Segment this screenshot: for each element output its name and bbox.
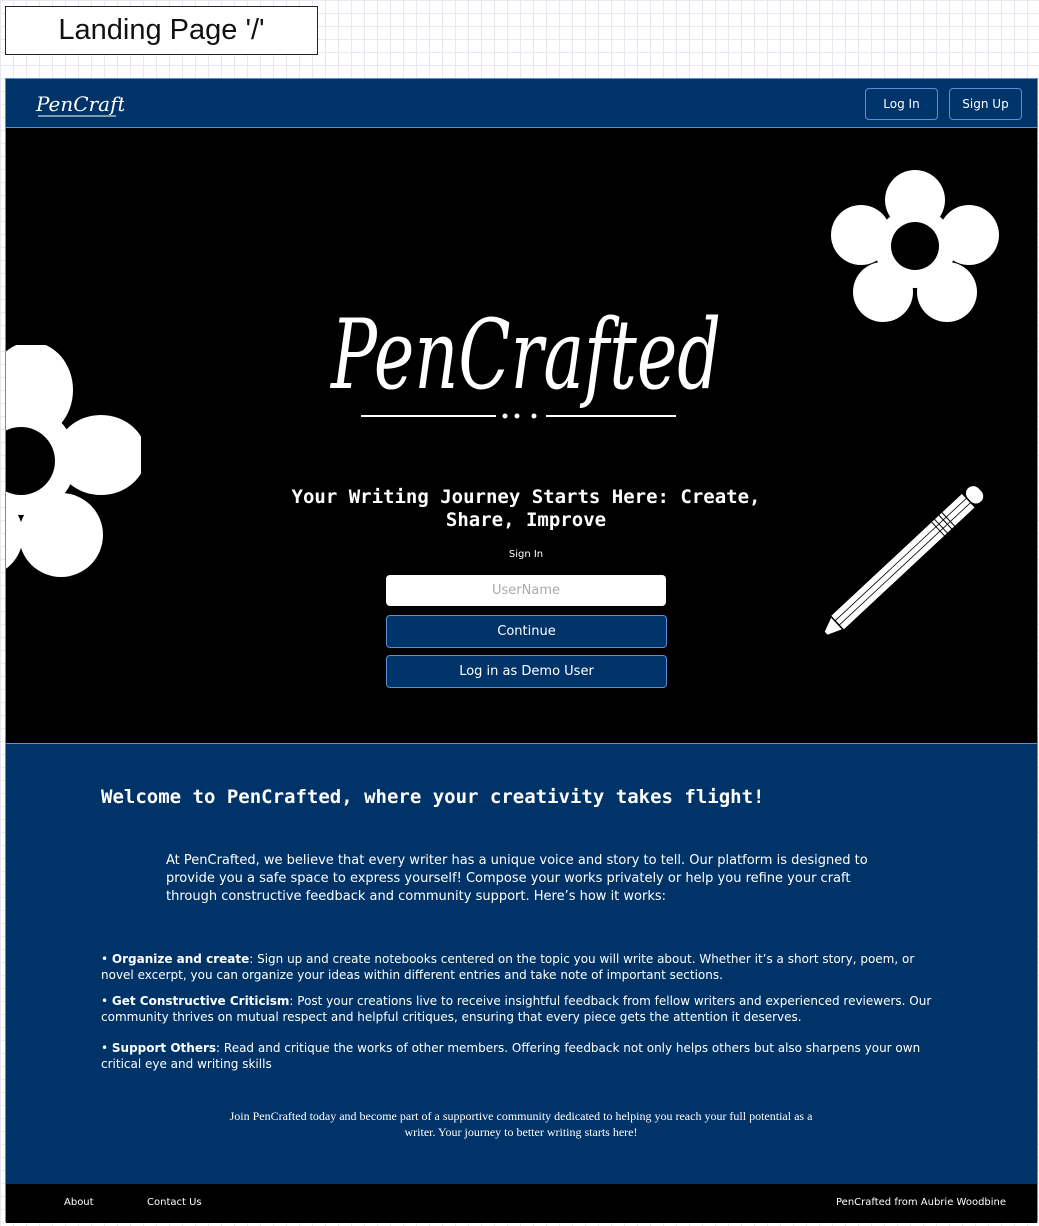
feature-title: Support Others [111,1041,217,1055]
nav-logo-text: PenCrafted [35,92,124,116]
flower-icon [831,170,999,322]
login-button[interactable]: Log In [865,88,938,120]
continue-button[interactable]: Continue [386,615,667,648]
hero-tagline: Your Writing Journey Starts Here: Create… [291,486,761,531]
flower-icon [6,345,141,577]
landing-frame: PenCrafted Log In Sign Up [5,78,1038,1223]
signup-button[interactable]: Sign Up [949,88,1022,120]
intro-paragraph: At PenCrafted, we believe that every wri… [166,853,868,904]
feature-title: Get Constructive Criticism [111,994,290,1008]
hero-logo-text: PenCrafted [330,299,721,411]
feature-item: • Get Constructive Criticism: Post your … [101,994,932,1024]
hero-section: PenCrafted Your Writing Journey Starts H… [6,128,1037,743]
info-section: Welcome to PenCrafted, where your creati… [6,743,1037,1184]
pencrafted-logo[interactable]: PenCrafted [34,85,124,121]
footer-about-link[interactable]: About [64,1197,94,1208]
join-paragraph: Join PenCrafted today and become part of… [229,1109,813,1139]
welcome-heading: Welcome to PenCrafted, where your creati… [101,786,765,808]
navbar: PenCrafted Log In Sign Up [6,79,1037,128]
footer-credit: PenCrafted from Aubrie Woodbine [836,1197,1007,1208]
feature-text: : Read and critique the works of other m… [101,1041,921,1071]
feature-title: Organize and create [111,952,250,966]
username-input[interactable] [386,575,666,606]
signin-label: Sign In [508,549,544,560]
footer: About Contact Us PenCrafted from Aubrie … [6,1184,1037,1223]
pencil-icon [819,484,985,640]
footer-contact-link[interactable]: Contact Us [147,1197,202,1208]
feature-item: • Support Others: Read and critique the … [101,1041,921,1071]
page-label: Landing Page '/' [5,6,318,55]
pencrafted-logo: PenCrafted [330,299,721,419]
feature-item: • Organize and create: Sign up and creat… [101,952,915,982]
demo-login-button[interactable]: Log in as Demo User [386,655,667,688]
